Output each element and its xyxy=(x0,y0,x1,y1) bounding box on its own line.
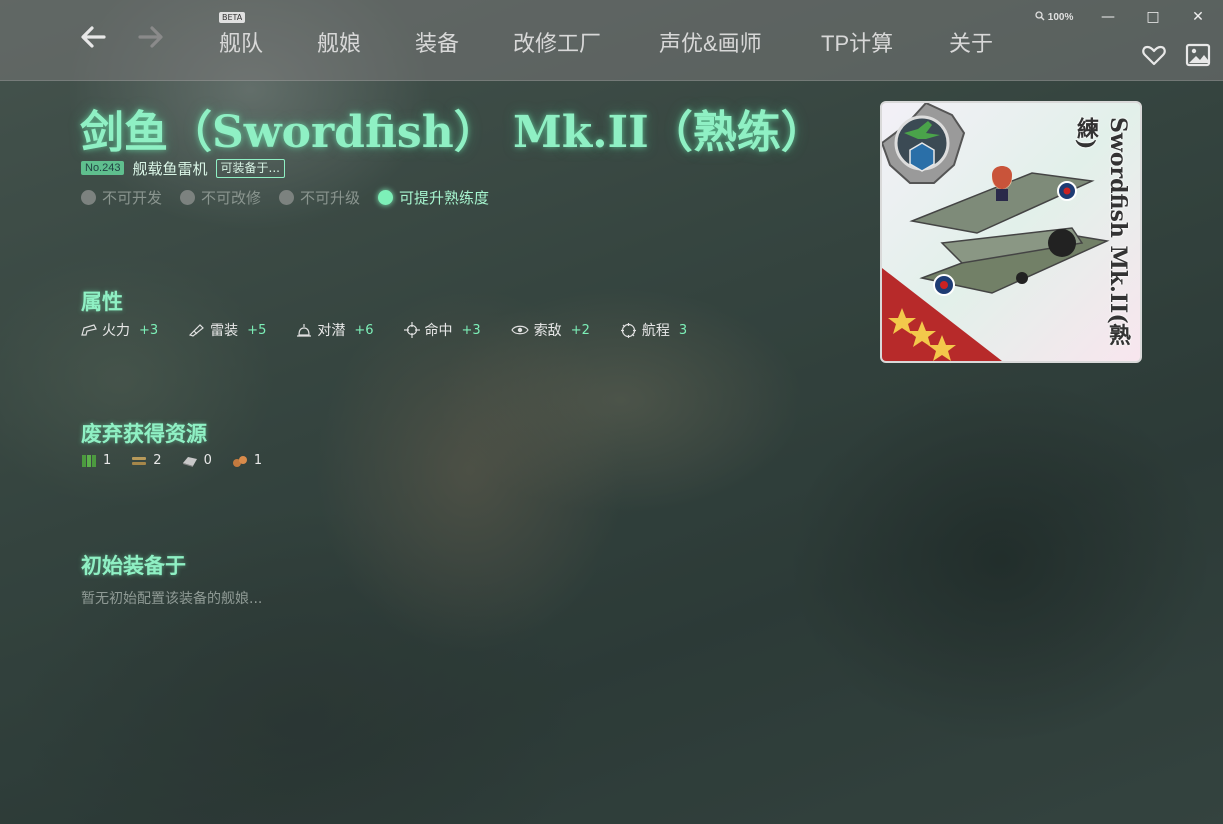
initial-empty-note: 暂无初始配置该装备的舰娘... xyxy=(81,591,263,607)
nav-ships[interactable]: 舰娘 xyxy=(317,26,361,58)
flag-improve: 不可改修 xyxy=(180,187,261,208)
stat-accuracy: 命中 +3 xyxy=(403,320,481,340)
beta-badge: BETA xyxy=(219,12,246,23)
torpedo-icon xyxy=(189,324,205,337)
steel-icon xyxy=(182,456,197,467)
nav-equipment[interactable]: 装备 xyxy=(415,26,459,58)
stat-value: +2 xyxy=(570,322,590,338)
stat-value: +5 xyxy=(247,322,267,338)
resource-steel: 0 xyxy=(182,453,212,468)
bauxite-icon xyxy=(232,455,247,467)
close-button[interactable]: ✕ xyxy=(1183,6,1213,28)
resource-value: 2 xyxy=(153,453,162,468)
flag-label: 不可升级 xyxy=(300,189,361,207)
resource-value: 1 xyxy=(253,453,263,468)
nav-about[interactable]: 关于 xyxy=(949,26,993,58)
maximize-button[interactable]: □ xyxy=(1138,6,1168,28)
stat-label: 火力 xyxy=(102,323,130,339)
stat-label: 雷装 xyxy=(210,323,239,339)
flag-upgrade: 不可升级 xyxy=(279,187,360,208)
stat-value: 3 xyxy=(678,322,688,338)
flag-label: 不可开发 xyxy=(102,189,163,207)
arrow-right-icon xyxy=(138,26,163,48)
equipment-number: No.243 xyxy=(81,161,125,175)
flag-develop: 不可开发 xyxy=(81,187,162,208)
favorite-button[interactable] xyxy=(1141,42,1167,68)
image-icon xyxy=(1185,43,1211,67)
stats-list: 火力 +3 雷装 +5 对潜 +6 命中 +3 索敌 +2 航程 3 xyxy=(81,320,717,340)
stat-label: 航程 xyxy=(641,323,670,339)
initial-title: 初始装备于 xyxy=(81,554,186,578)
stat-value: +3 xyxy=(461,322,481,338)
resource-value: 0 xyxy=(203,453,212,468)
equipment-card-name: Swordfish Mk.II(熟練) xyxy=(1073,117,1131,346)
flag-label: 不可改修 xyxy=(201,189,262,207)
forward-button[interactable] xyxy=(134,22,168,56)
fuel-icon xyxy=(82,455,96,467)
resource-fuel: 1 xyxy=(81,453,111,468)
minimize-button[interactable]: — xyxy=(1093,6,1123,28)
stat-range: 航程 3 xyxy=(620,320,687,340)
stat-firepower: 火力 +3 xyxy=(81,320,158,340)
stats-title: 属性 xyxy=(81,290,123,314)
stat-torpedo: 雷装 +5 xyxy=(188,320,266,340)
status-dot xyxy=(279,190,295,205)
stat-value: +6 xyxy=(354,322,374,338)
stat-los: 索敌 +2 xyxy=(510,320,590,340)
stat-label: 索敌 xyxy=(533,323,562,339)
equippable-button[interactable]: 可装备于... xyxy=(215,158,285,178)
stat-value: +3 xyxy=(139,322,159,338)
asw-icon xyxy=(297,324,312,337)
title-bar: BETA 舰队 舰娘 装备 改修工厂 声优&画师 TP计算 关于 100% — … xyxy=(0,0,1223,81)
equipment-card-image: Swordfish Mk.II(熟練) xyxy=(880,101,1142,363)
status-dot xyxy=(180,190,196,205)
scrap-resources: 1 2 0 1 xyxy=(81,453,282,468)
nav-fleet[interactable]: 舰队 xyxy=(219,26,263,58)
nav-voice-artist[interactable]: 声优&画师 xyxy=(659,26,762,58)
back-button[interactable] xyxy=(76,22,110,56)
equipment-title: 剑鱼（Swordfish） Mk.II（熟练） xyxy=(80,107,825,158)
resource-bauxite: 1 xyxy=(232,453,262,468)
equipment-flags: 不可开发 不可改修 不可升级 可提升熟练度 xyxy=(81,187,489,208)
accuracy-icon xyxy=(403,322,420,338)
heart-icon xyxy=(1142,45,1166,66)
equipment-meta: No.243 舰载鱼雷机 可装备于... xyxy=(81,157,285,179)
status-dot xyxy=(378,190,394,205)
zoom-indicator[interactable]: 100% xyxy=(1035,11,1073,23)
firepower-icon xyxy=(81,324,97,336)
ammo-icon xyxy=(132,456,147,465)
los-icon xyxy=(510,325,529,335)
resource-ammo: 2 xyxy=(131,453,162,468)
nav-tp-calc[interactable]: TP计算 xyxy=(821,26,893,58)
resource-value: 1 xyxy=(103,453,112,468)
nav-arsenal[interactable]: 改修工厂 xyxy=(513,26,601,58)
status-dot xyxy=(81,190,96,205)
stat-label: 对潜 xyxy=(317,323,346,339)
range-icon xyxy=(620,322,636,338)
flag-proficiency: 可提升熟练度 xyxy=(378,187,489,208)
zoom-icon xyxy=(1035,11,1045,21)
equipment-type: 舰载鱼雷机 xyxy=(132,159,208,178)
arrow-left-icon xyxy=(81,26,106,48)
flag-label: 可提升熟练度 xyxy=(399,189,490,207)
zoom-level: 100% xyxy=(1047,12,1074,23)
image-button[interactable] xyxy=(1185,42,1211,68)
stat-label: 命中 xyxy=(424,323,453,339)
stat-asw: 对潜 +6 xyxy=(296,320,374,340)
scrap-title: 废弃获得资源 xyxy=(81,422,207,446)
